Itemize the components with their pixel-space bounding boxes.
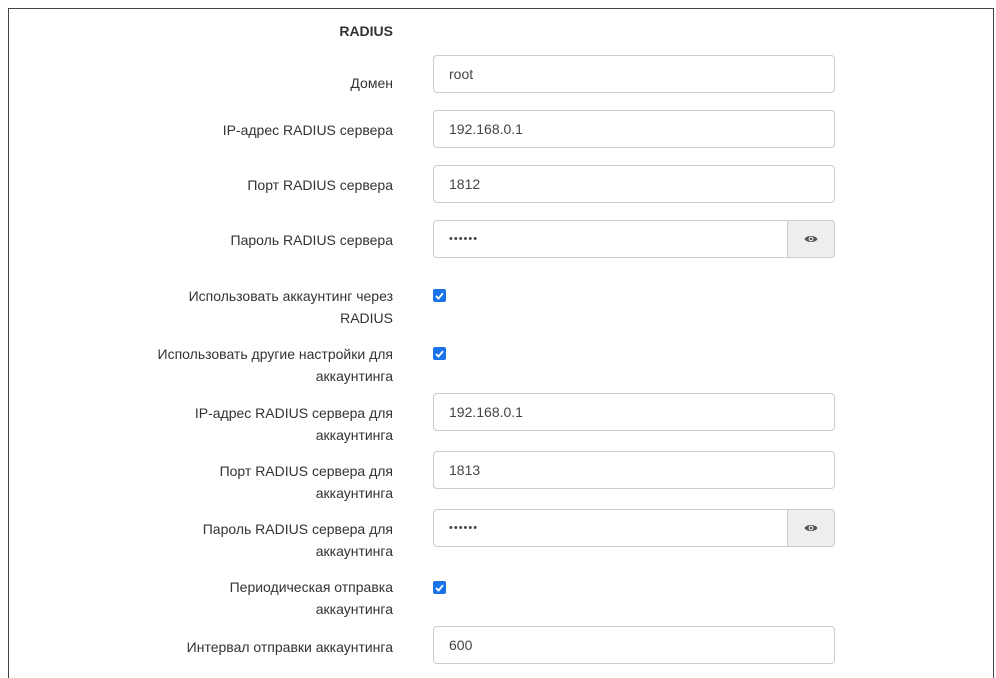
checkmark-icon [435, 350, 444, 358]
section-title: RADIUS [339, 23, 393, 39]
periodic-accounting-label-line2: аккаунтинга [315, 601, 393, 617]
acct-server-password-group: •••••• [433, 509, 835, 547]
server-password-label: Пароль RADIUS сервера [230, 232, 393, 248]
acct-server-password-label-line1: Пароль RADIUS сервера для [202, 521, 393, 537]
use-accounting-label-line2: RADIUS [340, 310, 393, 326]
server-port-input[interactable]: 1812 [433, 165, 835, 203]
checkmark-icon [435, 584, 444, 592]
radius-settings-panel: RADIUS Домен root IP-адрес RADIUS сервер… [8, 8, 994, 678]
periodic-accounting-label-line1: Периодическая отправка [229, 579, 393, 595]
server-ip-label: IP-адрес RADIUS сервера [222, 122, 393, 138]
use-accounting-label-line1: Использовать аккаунтинг через [188, 288, 393, 304]
periodic-accounting-label: Периодическая отправка аккаунтинга [9, 576, 393, 620]
accounting-interval-input[interactable]: 600 [433, 626, 835, 664]
acct-server-password-label-line2: аккаунтинга [315, 543, 393, 559]
eye-icon [804, 525, 818, 531]
acct-server-ip-label-line2: аккаунтинга [315, 427, 393, 443]
acct-server-password-label: Пароль RADIUS сервера для аккаунтинга [9, 518, 393, 562]
accounting-interval-label: Интервал отправки аккаунтинга [186, 639, 393, 655]
acct-server-password-input[interactable]: •••••• [433, 509, 787, 547]
periodic-accounting-checkbox[interactable] [433, 581, 446, 594]
acct-server-port-label-line1: Порт RADIUS сервера для [219, 463, 393, 479]
use-accounting-label: Использовать аккаунтинг через RADIUS [9, 285, 393, 329]
domain-input[interactable]: root [433, 55, 835, 93]
acct-server-port-label-line2: аккаунтинга [315, 485, 393, 501]
acct-server-port-label: Порт RADIUS сервера для аккаунтинга [9, 460, 393, 504]
server-password-input[interactable]: •••••• [433, 220, 787, 258]
eye-icon [804, 236, 818, 242]
checkmark-icon [435, 292, 444, 300]
show-acct-password-button[interactable] [787, 509, 835, 547]
use-other-settings-label-line2: аккаунтинга [315, 368, 393, 384]
use-other-settings-label-line1: Использовать другие настройки для [157, 346, 393, 362]
server-port-label: Порт RADIUS сервера [247, 177, 393, 193]
domain-label: Домен [350, 75, 393, 91]
acct-server-ip-label-line1: IP-адрес RADIUS сервера для [194, 405, 393, 421]
use-other-settings-label: Использовать другие настройки для аккаун… [9, 343, 393, 387]
show-password-button[interactable] [787, 220, 835, 258]
acct-server-port-input[interactable]: 1813 [433, 451, 835, 489]
use-accounting-checkbox[interactable] [433, 289, 446, 302]
acct-server-ip-input[interactable]: 192.168.0.1 [433, 393, 835, 431]
server-ip-input[interactable]: 192.168.0.1 [433, 110, 835, 148]
acct-server-ip-label: IP-адрес RADIUS сервера для аккаунтинга [9, 402, 393, 446]
server-password-group: •••••• [433, 220, 835, 258]
use-other-settings-checkbox[interactable] [433, 347, 446, 360]
